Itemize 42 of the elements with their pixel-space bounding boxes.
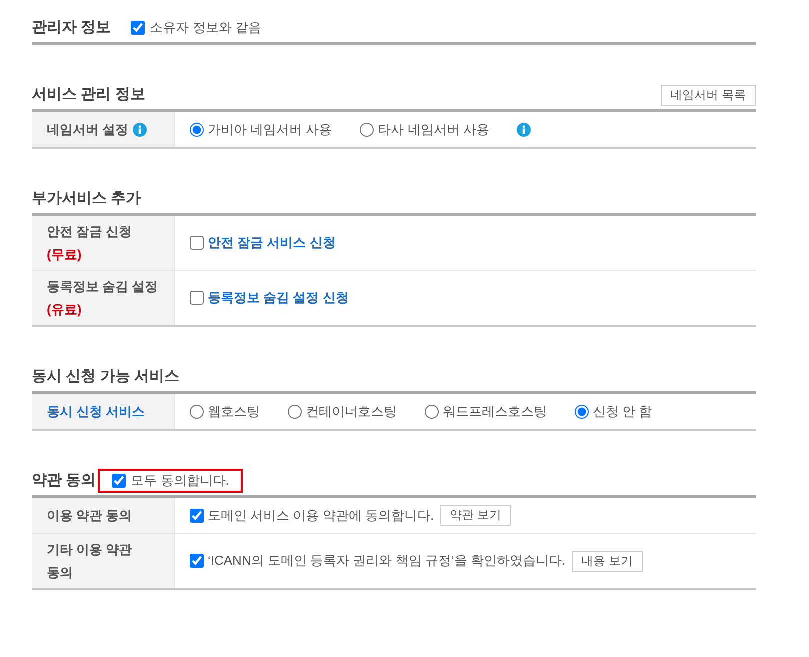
agreement-text[interactable]: ‘ICANN의 도메인 등록자 권리와 책임 규정’을 확인하였습니다. [208,551,566,571]
checkbox-label[interactable]: 소유자 정보와 같음 [150,18,262,38]
price-note: (유료) [47,301,82,319]
row-label: 기타 이용 약관 동의 [47,541,134,582]
service-link[interactable]: 등록정보 숨김 설정 신청 [208,288,349,308]
radio-label[interactable]: 컨테이너호스팅 [306,402,397,422]
service-link[interactable]: 안전 잠금 서비스 신청 [208,233,336,253]
small-button[interactable]: 네임서버 목록 [660,84,756,106]
info-icon[interactable] [517,122,532,136]
radio-label[interactable]: 타사 네임서버 사용 [378,120,490,140]
radio-button[interactable] [190,404,204,418]
checkbox[interactable] [190,291,204,305]
checkbox[interactable] [190,554,204,568]
section-title: 동시 신청 가능 서비스 [32,366,180,387]
radio-label[interactable]: 신청 안 함 [593,402,652,422]
checkbox[interactable] [190,236,204,250]
checkbox[interactable] [190,508,204,522]
small-button[interactable]: 약관 보기 [440,505,512,526]
section-title: 약관 동의 [32,470,96,491]
info-icon[interactable] [132,122,147,136]
price-note: (무료) [47,246,82,264]
checkbox[interactable] [112,474,126,488]
row-label: 네임서버 설정 [47,121,129,139]
row-label: 이용 약관 동의 [47,507,132,525]
radio-button[interactable] [360,122,374,136]
radio-button[interactable] [190,122,204,136]
radio-label[interactable]: 웹호스팅 [208,402,260,422]
checkbox-label[interactable]: 모두 동의합니다. [131,471,230,491]
row-label: 안전 잠금 신청 [47,223,132,241]
agreement-text[interactable]: 도메인 서비스 이용 약관에 동의합니다. [208,506,434,526]
radio-button[interactable] [575,404,589,418]
checkbox[interactable] [131,21,146,35]
row-label: 동시 신청 서비스 [47,403,146,421]
radio-button[interactable] [288,404,302,418]
section-title: 서비스 관리 정보 [32,84,146,105]
row-label: 등록정보 숨김 설정 [47,278,158,296]
radio-label[interactable]: 가비아 네임서버 사용 [208,120,332,140]
section-title: 관리자 정보 [32,18,112,38]
section-title: 부가서비스 추가 [32,188,142,209]
small-button[interactable]: 내용 보기 [572,550,643,572]
radio-button[interactable] [425,404,439,418]
radio-label[interactable]: 워드프레스호스팅 [443,402,547,422]
